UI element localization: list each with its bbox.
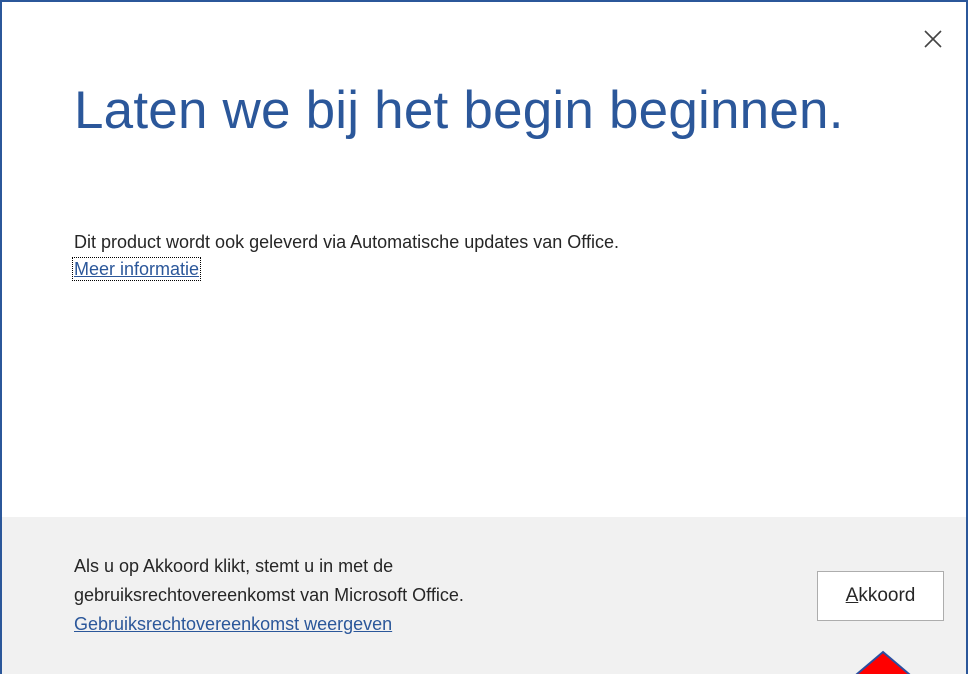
accept-button[interactable]: Akkoord	[817, 571, 944, 621]
mouse-pointer-icon	[855, 650, 911, 674]
dialog-footer: Als u op Akkoord klikt, stemt u in met d…	[2, 517, 966, 674]
footer-text-line-2: gebruiksrechtovereenkomst van Microsoft …	[74, 585, 464, 605]
dialog-title: Laten we bij het begin beginnen.	[74, 81, 844, 140]
accept-button-accesskey: A	[845, 585, 859, 606]
accept-button-label: kkoord	[858, 585, 916, 606]
footer-text-line-1: Als u op Akkoord klikt, stemt u in met d…	[74, 556, 394, 576]
view-license-link[interactable]: Gebruiksrechtovereenkomst weergeven	[74, 614, 392, 634]
info-text: Dit product wordt ook geleverd via Autom…	[74, 232, 619, 252]
close-icon	[924, 30, 942, 48]
office-eula-dialog: Laten we bij het begin beginnen. Dit pro…	[0, 0, 968, 674]
more-info-link[interactable]: Meer informatie	[71, 257, 202, 281]
info-section: Dit product wordt ook geleverd via Autom…	[71, 229, 619, 283]
close-button[interactable]	[920, 26, 946, 52]
footer-text: Als u op Akkoord klikt, stemt u in met d…	[74, 552, 464, 639]
